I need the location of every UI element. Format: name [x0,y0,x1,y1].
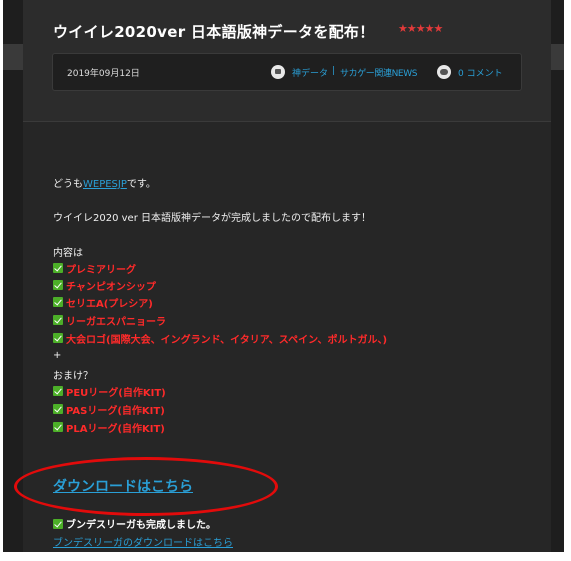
bundes-done-text: ブンデスリーガも完成しました。 [66,520,216,531]
bonus-label: おまけ？ [53,371,93,382]
post-meta-bar: 2019年09月12日 神データ | サカゲー関連NEWS 0 コメント [52,53,522,91]
bonus-item: PLAリーグ(自作KIT) [53,420,165,435]
left-gutter [3,0,23,552]
bonus-item-label: PASリーグ(自作KIT) [66,405,165,417]
screenshot-frame: ウイイレ2020ver 日本語版神データを配布！ ★★★★★ 2019年09月1… [0,0,571,561]
green-check-icon [53,263,63,273]
article-header: ウイイレ2020ver 日本語版神データを配布！ ★★★★★ 2019年09月1… [23,0,551,122]
greeting-prefix: どうも [53,179,83,190]
item-label: 大会ロゴ(国際大会、イングランド、イタリア、スペイン、ポルトガル、) [66,334,388,346]
rating-stars: ★★★★★ [398,22,443,35]
greeting-line: どうもWEPESJPです。 [53,175,156,190]
green-check-icon [53,422,63,432]
greeting-suffix: です。 [126,179,156,190]
bonus-item: PEUリーグ(自作KIT) [53,384,166,399]
bundes-done-line: ブンデスリーガも完成しました。 [53,516,216,531]
wepesjp-link[interactable]: WEPESJP [83,179,127,190]
annotation-oval [14,457,278,516]
list-item: 大会ロゴ(国際大会、イングランド、イタリア、スペイン、ポルトガル、) [53,331,388,346]
comments-link[interactable]: 0 コメント [458,66,503,79]
contents-label: 内容は [53,248,83,259]
right-gutter-band [551,44,564,70]
list-item: チャンピオンシップ [53,278,156,293]
green-check-icon [53,404,63,414]
bonus-item-label: PEUリーグ(自作KIT) [66,387,166,399]
item-label: セリエA(プレシア) [66,298,153,310]
green-check-icon [53,518,63,529]
folder-icon [271,65,285,79]
item-label: プレミアリーグ [66,264,136,276]
intro-text: ウイイレ2020 ver 日本語版神データが完成しましたので配布します！ [53,213,371,224]
bonus-item: PASリーグ(自作KIT) [53,402,165,417]
plus-sign: + [53,350,62,361]
bonus-item-label: PLAリーグ(自作KIT) [66,423,165,435]
post-date: 2019年09月12日 [67,69,140,79]
item-label: チャンピオンシップ [66,281,156,293]
left-gutter-band [3,44,23,70]
green-check-icon [53,386,63,396]
speech-bubble-icon [437,65,451,79]
green-check-icon [53,315,63,325]
green-check-icon [53,333,63,343]
post-title: ウイイレ2020ver 日本語版神データを配布！ [53,23,375,41]
category-separator: | [332,66,336,76]
green-check-icon [53,297,63,307]
list-item: セリエA(プレシア) [53,295,153,310]
list-item: プレミアリーグ [53,261,136,276]
green-check-icon [53,280,63,290]
category-link-kami-data[interactable]: 神データ [292,66,328,79]
category-link-news[interactable]: サカゲー関連NEWS [340,66,417,79]
bundes-download-link[interactable]: ブンデスリーガのダウンロードはこちら [53,534,233,549]
list-item: リーガエスパニョーラ [53,313,166,328]
right-gutter [551,0,564,552]
item-label: リーガエスパニョーラ [66,316,166,328]
